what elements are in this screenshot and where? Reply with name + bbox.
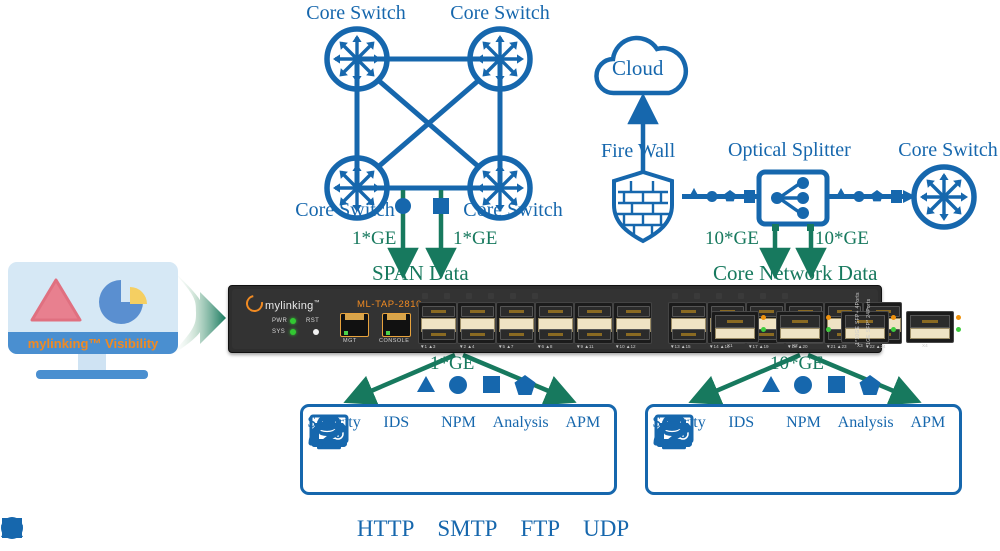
- xfp-port[interactable]: [841, 311, 889, 343]
- monitor-base: [36, 370, 148, 379]
- monitor-stand: [78, 354, 106, 370]
- label-core-switch-bottom-left: Core Switch: [295, 199, 395, 221]
- optical-splitter-icon: [756, 169, 830, 231]
- label-span-rate-left: 1*GE: [352, 228, 397, 249]
- led-row-pwr: PWR RST: [272, 315, 319, 326]
- label-core-switch-right: Core Switch: [898, 139, 998, 161]
- xfp-port[interactable]: [906, 311, 954, 343]
- legend-item-ftp: FTP: [2, 516, 561, 542]
- sfp-port-block[interactable]: [496, 302, 535, 344]
- appliance-side-text-bottom: 1GE SFP* 24Ports: [866, 298, 872, 345]
- appliance-model-number: ML-TAP-2810: [357, 299, 423, 310]
- console-port-label: CONSOLE: [379, 338, 410, 344]
- appliance-faceplate: mylinking™ ML-TAP-2810 PWR RST SYS MGT C…: [232, 289, 961, 349]
- firewall-shield-icon: [612, 169, 674, 244]
- protocol-legend: HTTP SMTP FTP UDP: [0, 516, 1000, 542]
- tool-list-right: Security IDS IDS: [648, 413, 959, 450]
- legend-item-smtp: SMTP: [1, 516, 498, 542]
- label-core-switch-bottom-right: Core Switch: [463, 199, 563, 221]
- label-core-switch-top-right: Core Switch: [450, 2, 550, 24]
- tool-apm-right[interactable]: APM: [653, 413, 959, 448]
- packet-stream-left: [682, 188, 758, 203]
- led-row-sys: SYS: [272, 326, 319, 337]
- tool-apm-left[interactable]: APM: [308, 413, 614, 448]
- tool-analysis-left[interactable]: Analysis: [309, 413, 552, 450]
- appliance-side-text-top: 1*10GE SFP+ 4Ports: [855, 292, 861, 345]
- gauge-icon: [653, 422, 693, 448]
- led-label-sys: SYS: [272, 328, 286, 335]
- console-port[interactable]: [382, 313, 411, 337]
- legend-label: HTTP: [356, 516, 415, 541]
- appliance-brand: mylinking™: [242, 291, 320, 316]
- label-core-network-data: Core Network Data: [713, 261, 878, 285]
- tool-label: APM: [910, 414, 946, 431]
- visibility-caption-bar: mylinking™ Visibility: [8, 332, 178, 354]
- label-output-rate-left: 1*GE: [430, 353, 475, 374]
- tool-ids-right[interactable]: IDS IDS: [656, 413, 772, 447]
- visibility-export-arrow: [170, 268, 226, 356]
- tool-list-left: Security IDS IDS: [303, 413, 614, 450]
- tool-label: NPM: [441, 414, 476, 431]
- tool-npm-right[interactable]: NPM: [660, 413, 834, 448]
- label-cloud: Cloud: [612, 56, 664, 80]
- label-core-switch-top-left: Core Switch: [306, 2, 406, 24]
- mgt-port[interactable]: [340, 313, 369, 337]
- brand-text: mylinking: [265, 300, 314, 312]
- label-core-rate-right: 10*GE: [815, 228, 869, 249]
- tool-label: IDS: [383, 414, 410, 431]
- tool-group-right[interactable]: Security IDS IDS: [645, 404, 962, 495]
- sfp-port-block[interactable]: [574, 302, 613, 344]
- visibility-caption: mylinking™ Visibility: [27, 335, 159, 351]
- legend-label: UDP: [583, 516, 630, 541]
- core-switch-right-icon: [914, 167, 974, 227]
- visibility-monitor[interactable]: mylinking™ Visibility: [8, 262, 178, 354]
- tool-label: Analysis: [492, 414, 549, 431]
- sfp-port-block[interactable]: [535, 302, 574, 344]
- core-switch-top-left-icon: [327, 29, 387, 89]
- xfp-port[interactable]: [711, 311, 759, 343]
- xfp-port[interactable]: [776, 311, 824, 343]
- label-firewall: Fire Wall: [601, 140, 676, 162]
- tool-npm-left[interactable]: NPM: [315, 413, 489, 448]
- label-span-data: SPAN Data: [372, 261, 469, 285]
- led-label-pwr: PWR: [272, 317, 288, 324]
- sfp-port-block[interactable]: [457, 302, 496, 344]
- mgt-port-label: MGT: [343, 338, 357, 344]
- label-span-rate-right: 1*GE: [453, 228, 498, 249]
- mylinking-logo-icon: [242, 291, 267, 316]
- legend-item-http: HTTP: [1, 516, 415, 542]
- core-switch-top-right-icon: [470, 29, 530, 89]
- legend-label: SMTP: [437, 516, 498, 541]
- sfp-port-block[interactable]: [613, 302, 652, 344]
- gauge-icon: [308, 422, 348, 448]
- tool-group-left[interactable]: Security IDS IDS: [300, 404, 617, 495]
- network-tap-appliance[interactable]: mylinking™ ML-TAP-2810 PWR RST SYS MGT C…: [228, 285, 961, 353]
- packet-stream-right: [829, 188, 916, 203]
- led-sys-indicator: [290, 328, 296, 335]
- tool-label: Analysis: [837, 414, 894, 431]
- tool-label: APM: [565, 414, 601, 431]
- reset-button[interactable]: [313, 328, 319, 335]
- pentagon-icon: [1, 517, 23, 538]
- sfp-port-block[interactable]: [418, 302, 457, 344]
- led-pwr-indicator: [290, 317, 296, 324]
- tool-label: IDS: [728, 414, 755, 431]
- legend-item-udp: UDP: [1, 516, 630, 542]
- span-packet-square-icon: [433, 198, 449, 214]
- visibility-chart-art: [30, 278, 147, 324]
- trademark-symbol: ™: [313, 300, 320, 306]
- legend-label: FTP: [520, 516, 561, 541]
- tool-label: NPM: [786, 414, 821, 431]
- tool-analysis-right[interactable]: Analysis: [654, 413, 897, 450]
- label-core-rate-left: 10*GE: [705, 228, 759, 249]
- network-diagram-canvas: Core Switch Core Switch Core Switch Core…: [0, 0, 1000, 551]
- sfp-port-block[interactable]: [668, 302, 707, 344]
- tool-ids-left[interactable]: IDS IDS: [311, 413, 427, 447]
- appliance-led-group: PWR RST SYS: [272, 315, 319, 337]
- label-optical-splitter: Optical Splitter: [728, 139, 851, 161]
- reset-button-label: RST: [306, 317, 320, 324]
- label-output-rate-right: 10*GE: [770, 353, 824, 374]
